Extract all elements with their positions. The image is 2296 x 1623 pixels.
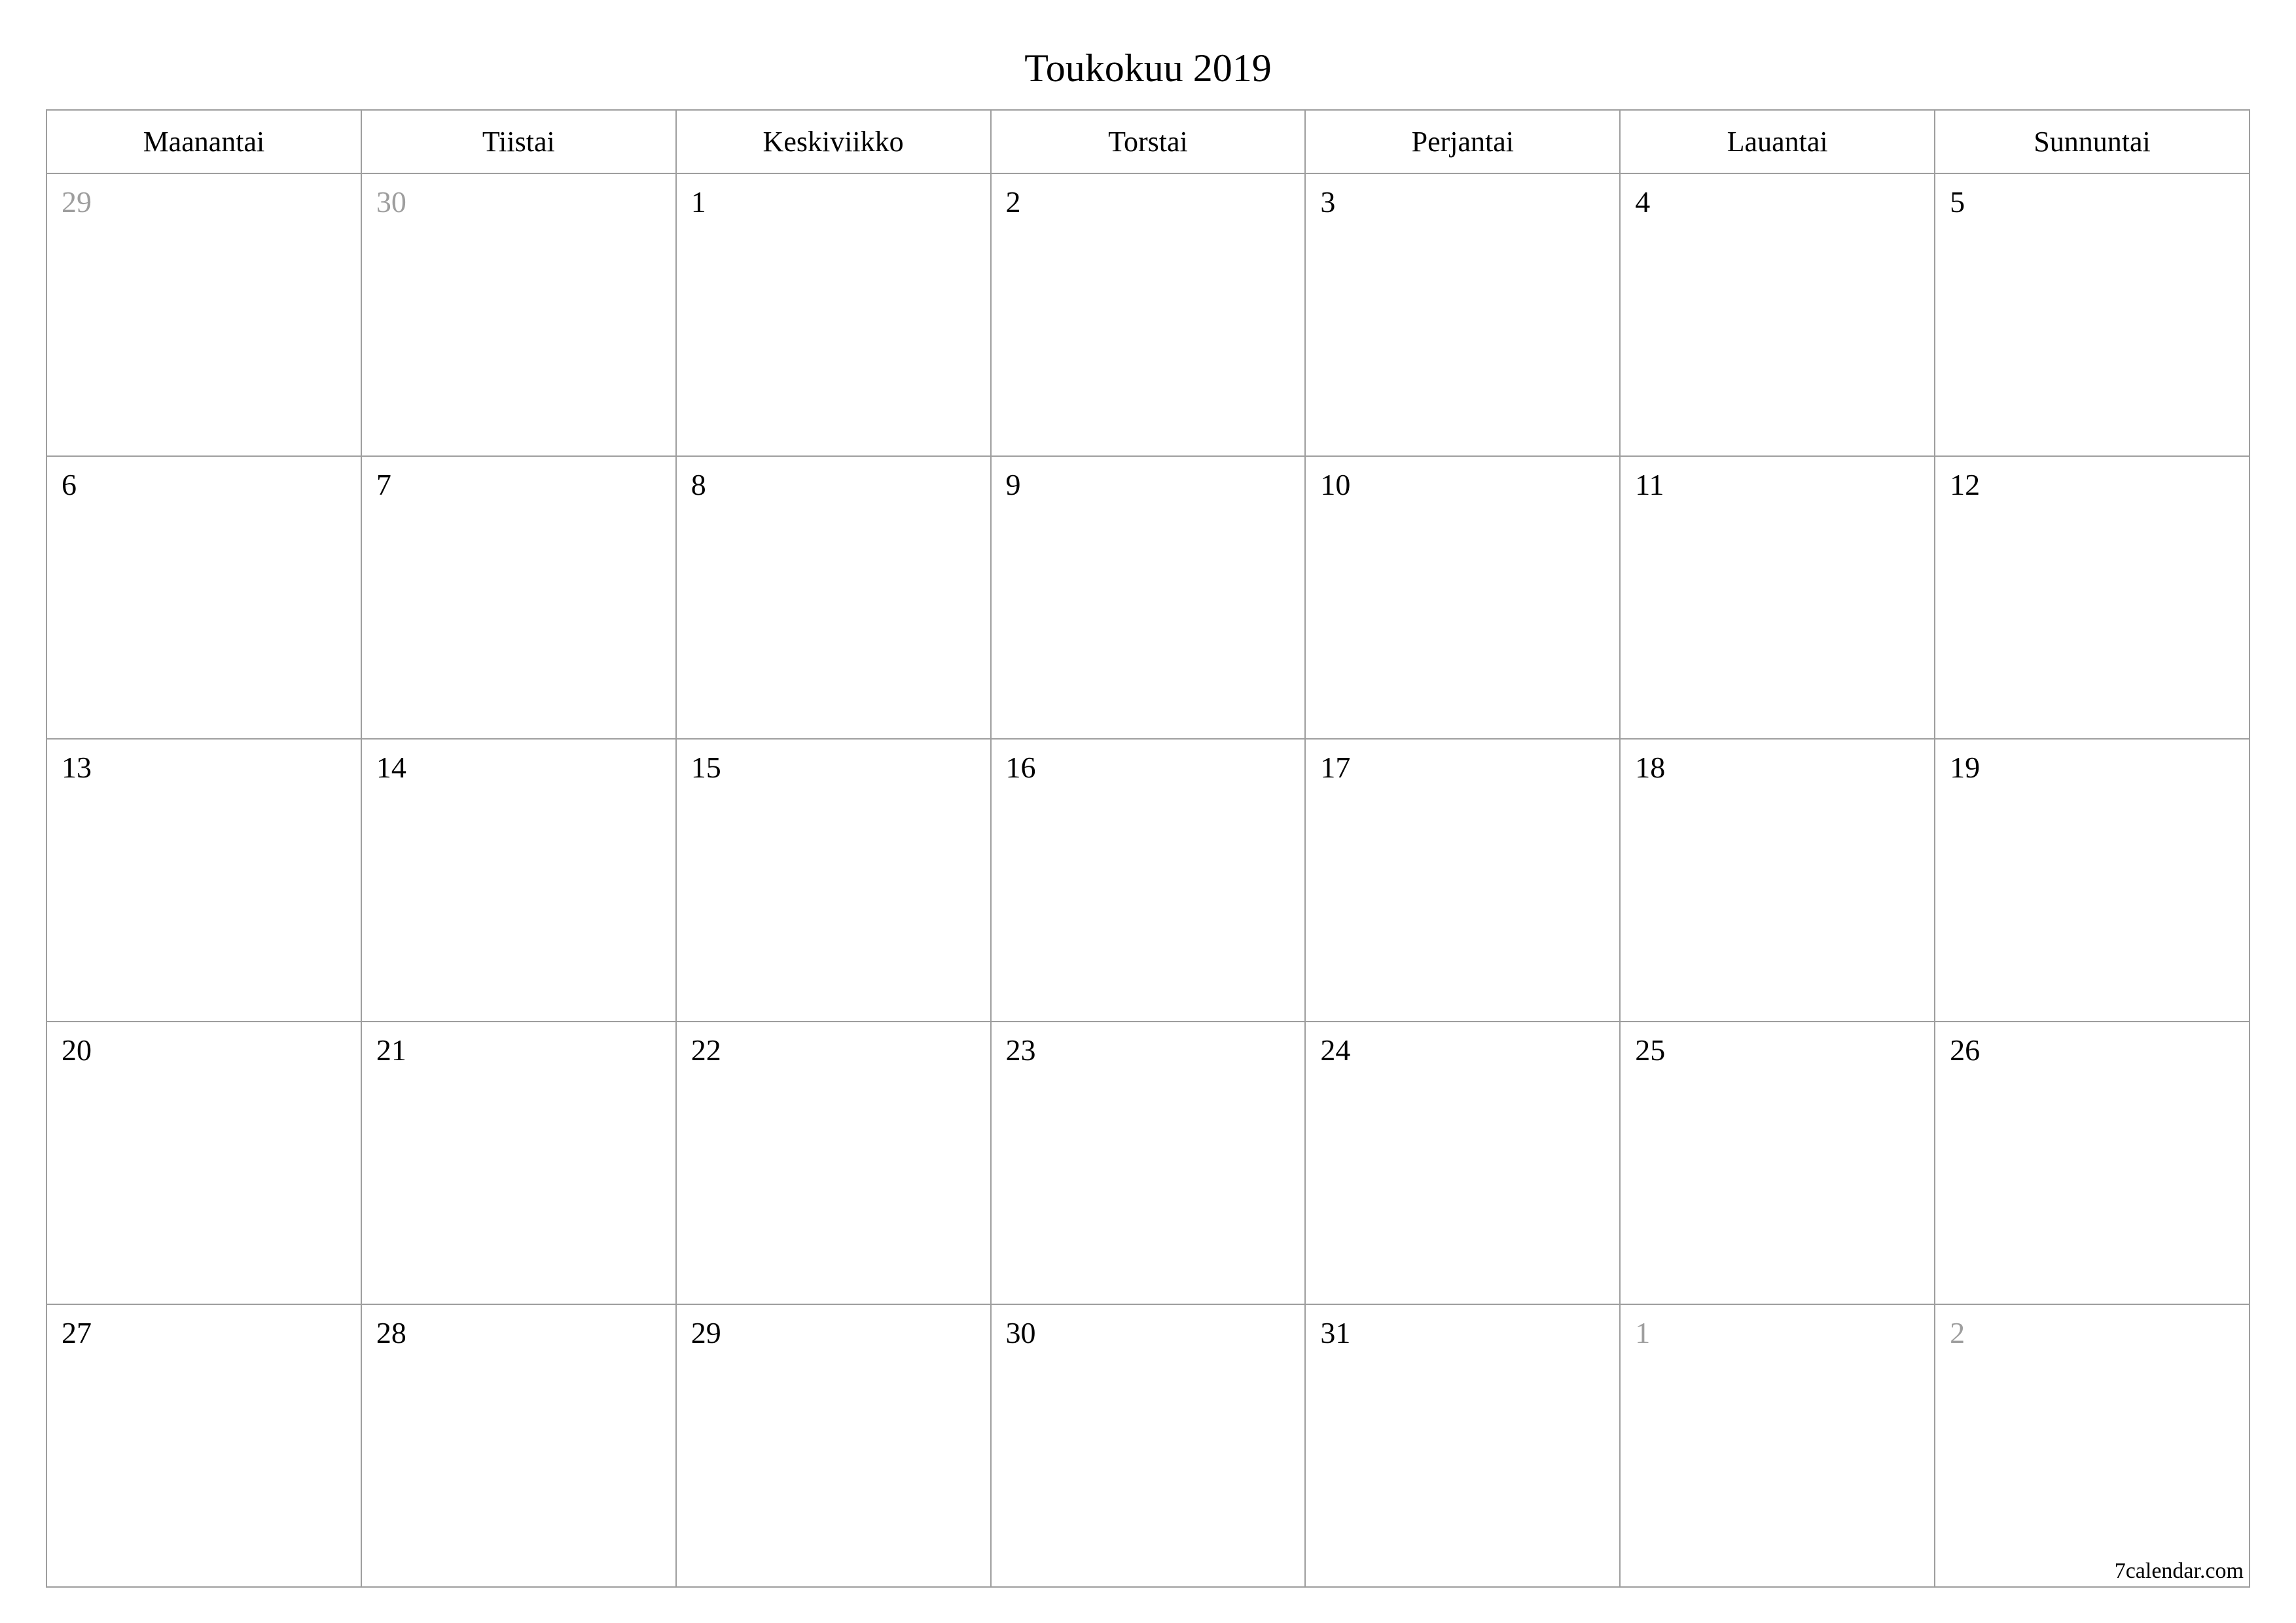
- day-number: 5: [1950, 185, 1965, 219]
- day-number: 17: [1320, 751, 1350, 784]
- calendar-cell: 25: [1620, 1022, 1935, 1304]
- day-number: 18: [1635, 751, 1665, 784]
- calendar-cell: 30: [361, 173, 676, 456]
- day-number: 27: [62, 1316, 92, 1349]
- footer-credit: 7calendar.com: [2115, 1559, 2244, 1584]
- day-number: 4: [1635, 185, 1650, 219]
- day-number: 25: [1635, 1033, 1665, 1067]
- day-number: 22: [691, 1033, 721, 1067]
- calendar-cell: 22: [676, 1022, 991, 1304]
- day-number: 2: [1006, 185, 1021, 219]
- calendar-cell: 9: [991, 456, 1306, 739]
- day-number: 14: [376, 751, 406, 784]
- calendar-cell: 27: [46, 1304, 361, 1587]
- day-number: 11: [1635, 468, 1664, 501]
- calendar-cell: 23: [991, 1022, 1306, 1304]
- day-number: 6: [62, 468, 77, 501]
- day-number: 7: [376, 468, 391, 501]
- calendar-cell: 2: [991, 173, 1306, 456]
- day-number: 16: [1006, 751, 1036, 784]
- calendar-cell: 5: [1935, 173, 2250, 456]
- day-number: 9: [1006, 468, 1021, 501]
- day-number: 19: [1950, 751, 1980, 784]
- calendar-cell: 3: [1305, 173, 1620, 456]
- calendar-cell: 17: [1305, 739, 1620, 1022]
- calendar-cell: 1: [676, 173, 991, 456]
- calendar-cell: 29: [46, 173, 361, 456]
- day-number: 24: [1320, 1033, 1350, 1067]
- calendar-row: 20 21 22 23 24 25 26: [46, 1022, 2250, 1304]
- day-number: 29: [691, 1316, 721, 1349]
- calendar-cell: 30: [991, 1304, 1306, 1587]
- calendar-body: 2930123456789101112131415161718192021222…: [46, 173, 2250, 1587]
- day-number: 10: [1320, 468, 1350, 501]
- weekday-header: Maanantai: [46, 110, 361, 173]
- calendar-cell: 14: [361, 739, 676, 1022]
- calendar-cell: 19: [1935, 739, 2250, 1022]
- calendar-cell: 10: [1305, 456, 1620, 739]
- day-number: 2: [1950, 1316, 1965, 1349]
- calendar-cell: 26: [1935, 1022, 2250, 1304]
- day-number: 23: [1006, 1033, 1036, 1067]
- calendar-cell: 29: [676, 1304, 991, 1587]
- day-number: 26: [1950, 1033, 1980, 1067]
- day-number: 21: [376, 1033, 406, 1067]
- weekday-header: Tiistai: [361, 110, 676, 173]
- calendar-cell: 31: [1305, 1304, 1620, 1587]
- day-number: 1: [691, 185, 706, 219]
- calendar-header: Maanantai Tiistai Keskiviikko Torstai Pe…: [46, 110, 2250, 173]
- day-number: 15: [691, 751, 721, 784]
- calendar-cell: 7: [361, 456, 676, 739]
- calendar-cell: 20: [46, 1022, 361, 1304]
- weekday-header: Keskiviikko: [676, 110, 991, 173]
- day-number: 20: [62, 1033, 92, 1067]
- calendar-cell: 16: [991, 739, 1306, 1022]
- calendar-cell: 15: [676, 739, 991, 1022]
- weekday-header: Torstai: [991, 110, 1306, 173]
- calendar-cell: 21: [361, 1022, 676, 1304]
- day-number: 30: [376, 185, 406, 219]
- calendar-cell: 1: [1620, 1304, 1935, 1587]
- calendar-wrapper: Maanantai Tiistai Keskiviikko Torstai Pe…: [46, 109, 2250, 1588]
- day-number: 29: [62, 185, 92, 219]
- calendar-cell: 13: [46, 739, 361, 1022]
- calendar-cell: 28: [361, 1304, 676, 1587]
- weekday-header: Sunnuntai: [1935, 110, 2250, 173]
- calendar-row: 27 28 29 30 31 1 2: [46, 1304, 2250, 1587]
- weekday-header: Lauantai: [1620, 110, 1935, 173]
- day-number: 12: [1950, 468, 1980, 501]
- day-number: 28: [376, 1316, 406, 1349]
- day-number: 8: [691, 468, 706, 501]
- calendar-cell: 11: [1620, 456, 1935, 739]
- weekday-row: Maanantai Tiistai Keskiviikko Torstai Pe…: [46, 110, 2250, 173]
- calendar-cell: 6: [46, 456, 361, 739]
- calendar-cell: 12: [1935, 456, 2250, 739]
- calendar-cell: 24: [1305, 1022, 1620, 1304]
- calendar-table: Maanantai Tiistai Keskiviikko Torstai Pe…: [46, 109, 2250, 1588]
- page-title: Toukokuu 2019: [46, 46, 2250, 91]
- day-number: 13: [62, 751, 92, 784]
- calendar-row: 6 7 8 9 10 11 12: [46, 456, 2250, 739]
- calendar-cell: 2: [1935, 1304, 2250, 1587]
- calendar-document: Toukokuu 2019 Maanantai Tiistai Keskivii…: [0, 0, 2296, 1623]
- day-number: 30: [1006, 1316, 1036, 1349]
- calendar-cell: 8: [676, 456, 991, 739]
- day-number: 3: [1320, 185, 1335, 219]
- calendar-row: 29 30 1 2 3 4 5: [46, 173, 2250, 456]
- calendar-row: 13 14 15 16 17 18 19: [46, 739, 2250, 1022]
- calendar-cell: 18: [1620, 739, 1935, 1022]
- calendar-cell: 4: [1620, 173, 1935, 456]
- day-number: 31: [1320, 1316, 1350, 1349]
- weekday-header: Perjantai: [1305, 110, 1620, 173]
- day-number: 1: [1635, 1316, 1650, 1349]
